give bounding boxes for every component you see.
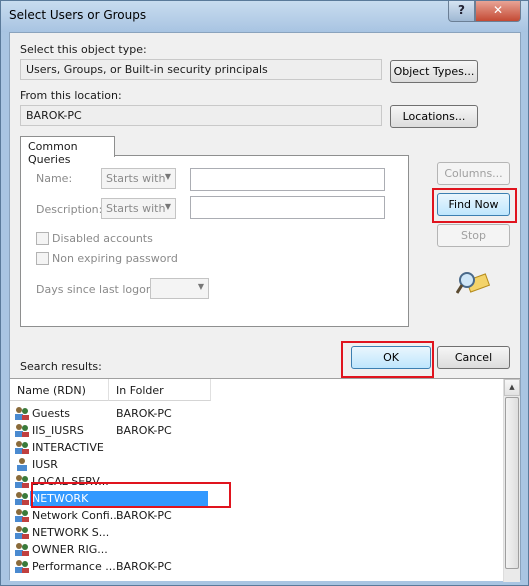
table-row[interactable]: NETWORK S...	[10, 524, 502, 541]
scroll-thumb[interactable]	[505, 397, 519, 569]
row-name: IIS_IUSRS	[32, 424, 84, 437]
days-label: Days since last logon:	[36, 283, 157, 296]
dialog-body: Select this object type: Users, Groups, …	[9, 32, 521, 582]
row-name: NETWORK S...	[32, 526, 110, 539]
group-icon	[15, 407, 29, 420]
search-results-label: Search results:	[20, 360, 102, 373]
search-magnifier-icon	[456, 272, 490, 294]
row-name: IUSR	[32, 458, 58, 471]
tab-common-queries[interactable]: Common Queries	[20, 136, 115, 166]
group-icon	[15, 526, 29, 539]
cancel-button[interactable]: Cancel	[437, 346, 510, 369]
select-users-dialog: Select Users or Groups ? ✕ Select this o…	[0, 0, 529, 586]
row-name: Guests	[32, 407, 71, 420]
column-header-name[interactable]: Name (RDN)	[10, 379, 109, 401]
help-button[interactable]: ?	[448, 1, 475, 22]
group-icon	[15, 475, 29, 488]
description-mode-select[interactable]: Starts with ▼	[101, 198, 176, 219]
row-name: NETWORK	[30, 491, 208, 506]
row-name: INTERACTIVE	[32, 441, 104, 454]
group-icon	[15, 441, 29, 454]
description-mode-value: Starts with	[106, 202, 166, 215]
description-label: Description:	[36, 203, 103, 216]
results-scrollbar[interactable]: ▲	[503, 379, 520, 582]
group-icon	[15, 492, 29, 505]
scroll-up-icon[interactable]: ▲	[504, 379, 520, 396]
table-row[interactable]: Network Confi... BAROK-PC	[10, 507, 502, 524]
row-folder: BAROK-PC	[116, 407, 172, 420]
row-folder: BAROK-PC	[116, 509, 172, 522]
group-icon	[15, 424, 29, 437]
row-name: Network Confi...	[32, 509, 121, 522]
row-name: Performance ...	[32, 560, 116, 573]
days-select[interactable]: ▼	[150, 278, 209, 299]
row-folder: BAROK-PC	[116, 424, 172, 437]
description-input[interactable]	[190, 196, 385, 219]
table-row[interactable]: IIS_IUSRS BAROK-PC	[10, 422, 502, 439]
group-icon	[15, 543, 29, 556]
location-label: From this location:	[20, 89, 122, 102]
name-label: Name:	[36, 172, 73, 185]
table-row[interactable]: INTERACTIVE	[10, 439, 502, 456]
table-row[interactable]: Guests BAROK-PC	[10, 405, 502, 422]
locations-button[interactable]: Locations...	[390, 105, 478, 128]
row-folder: BAROK-PC	[116, 560, 172, 573]
table-row[interactable]: IUSR	[10, 456, 502, 473]
object-type-label: Select this object type:	[20, 43, 147, 56]
window-title: Select Users or Groups	[9, 8, 147, 22]
find-now-button[interactable]: Find Now	[437, 193, 510, 216]
table-row[interactable]: LOCAL SERV...	[10, 473, 502, 490]
chevron-down-icon: ▼	[164, 202, 171, 211]
table-row[interactable]: Performance ... BAROK-PC	[10, 558, 502, 575]
title-bar[interactable]: Select Users or Groups ? ✕	[1, 1, 528, 32]
group-icon	[15, 560, 29, 573]
disabled-accounts-checkbox[interactable]	[36, 232, 49, 245]
non-expiring-checkbox[interactable]	[36, 252, 49, 265]
location-field: BAROK-PC	[20, 105, 382, 126]
chevron-down-icon: ▼	[197, 282, 204, 291]
table-row[interactable]: OWNER RIG...	[10, 541, 502, 558]
name-input[interactable]	[190, 168, 385, 191]
table-row-selected[interactable]: NETWORK	[10, 490, 502, 507]
disabled-accounts-label: Disabled accounts	[52, 232, 153, 245]
ok-button[interactable]: OK	[351, 346, 431, 369]
column-header-folder[interactable]: In Folder	[109, 379, 211, 401]
columns-button[interactable]: Columns...	[437, 162, 510, 185]
name-mode-value: Starts with	[106, 172, 166, 185]
object-type-field: Users, Groups, or Built-in security prin…	[20, 59, 382, 80]
group-icon	[15, 509, 29, 522]
row-name: OWNER RIG...	[32, 543, 108, 556]
search-results-list[interactable]: Name (RDN) In Folder Guests BAROK-PC IIS…	[10, 378, 520, 582]
chevron-down-icon: ▼	[164, 172, 171, 181]
stop-button[interactable]: Stop	[437, 224, 510, 247]
name-mode-select[interactable]: Starts with ▼	[101, 168, 176, 189]
row-name: LOCAL SERV...	[32, 475, 109, 488]
non-expiring-label: Non expiring password	[52, 252, 178, 265]
user-icon	[17, 458, 27, 471]
object-types-button[interactable]: Object Types...	[390, 60, 478, 83]
close-button[interactable]: ✕	[475, 1, 521, 22]
